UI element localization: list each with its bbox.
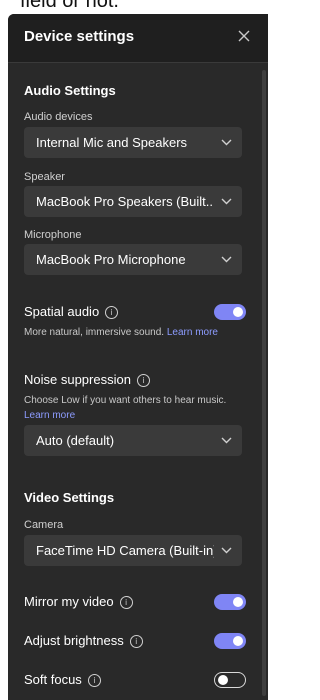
noise-suppression-value: Auto (default) xyxy=(36,433,115,448)
scrollbar[interactable] xyxy=(262,70,266,696)
camera-value: FaceTime HD Camera (Built-in) xyxy=(36,543,214,558)
spatial-audio-label: Spatial audio xyxy=(24,304,100,319)
camera-select[interactable]: FaceTime HD Camera (Built-in) xyxy=(24,535,242,566)
panel-title: Device settings xyxy=(24,28,135,45)
panel-header: Device settings xyxy=(8,14,268,63)
mirror-video-row: Mirror my video i xyxy=(24,594,133,609)
chevron-down-icon xyxy=(221,198,232,205)
close-icon xyxy=(238,30,250,42)
noise-suppression-row: Noise suppression i xyxy=(24,372,150,387)
background-text: field or not. xyxy=(20,0,119,12)
toggle-knob xyxy=(233,597,243,607)
toggle-knob xyxy=(218,675,228,685)
spatial-audio-row: Spatial audio i xyxy=(24,304,119,319)
audio-devices-label: Audio devices xyxy=(24,111,93,123)
spatial-audio-desc-text: More natural, immersive sound. xyxy=(24,327,165,338)
mirror-video-toggle[interactable] xyxy=(214,594,246,610)
microphone-value: MacBook Pro Microphone xyxy=(36,252,186,267)
audio-devices-select[interactable]: Internal Mic and Speakers xyxy=(24,127,242,158)
soft-focus-row: Soft focus i xyxy=(24,672,101,687)
audio-devices-value: Internal Mic and Speakers xyxy=(36,135,188,150)
noise-suppression-description: Choose Low if you want others to hear mu… xyxy=(24,393,246,423)
chevron-down-icon xyxy=(221,139,232,146)
toggle-knob xyxy=(233,307,243,317)
adjust-brightness-label: Adjust brightness xyxy=(24,633,124,648)
speaker-value: MacBook Pro Speakers (Built... xyxy=(36,194,214,209)
info-icon[interactable]: i xyxy=(87,674,101,687)
spatial-audio-learn-more-link[interactable]: Learn more xyxy=(167,327,218,338)
audio-section-title: Audio Settings xyxy=(24,83,116,98)
adjust-brightness-toggle[interactable] xyxy=(214,633,246,649)
microphone-label: Microphone xyxy=(24,229,82,241)
spatial-audio-description: More natural, immersive sound. Learn mor… xyxy=(24,325,252,340)
toggle-knob xyxy=(233,636,243,646)
noise-suppression-label: Noise suppression xyxy=(24,372,131,387)
noise-suppression-desc-text: Choose Low if you want others to hear mu… xyxy=(24,395,227,406)
spatial-audio-toggle[interactable] xyxy=(214,304,246,320)
noise-suppression-select[interactable]: Auto (default) xyxy=(24,425,242,456)
speaker-select[interactable]: MacBook Pro Speakers (Built... xyxy=(24,186,242,217)
adjust-brightness-row: Adjust brightness i xyxy=(24,633,143,648)
device-settings-panel: Device settings Audio Settings Audio dev… xyxy=(8,14,268,700)
info-icon[interactable]: i xyxy=(136,374,150,387)
info-icon[interactable]: i xyxy=(119,596,133,609)
chevron-down-icon xyxy=(221,437,232,444)
close-button[interactable] xyxy=(234,26,254,46)
info-icon[interactable]: i xyxy=(129,635,143,648)
chevron-down-icon xyxy=(221,547,232,554)
soft-focus-toggle[interactable] xyxy=(214,672,246,688)
mirror-video-label: Mirror my video xyxy=(24,594,114,609)
microphone-select[interactable]: MacBook Pro Microphone xyxy=(24,244,242,275)
soft-focus-label: Soft focus xyxy=(24,672,82,687)
chevron-down-icon xyxy=(221,256,232,263)
info-icon[interactable]: i xyxy=(105,306,119,319)
noise-learn-more-link[interactable]: Learn more xyxy=(24,410,75,421)
camera-label: Camera xyxy=(24,519,64,531)
background-window: field or not. xyxy=(0,0,268,14)
video-section-title: Video Settings xyxy=(24,490,115,505)
speaker-label: Speaker xyxy=(24,171,65,183)
